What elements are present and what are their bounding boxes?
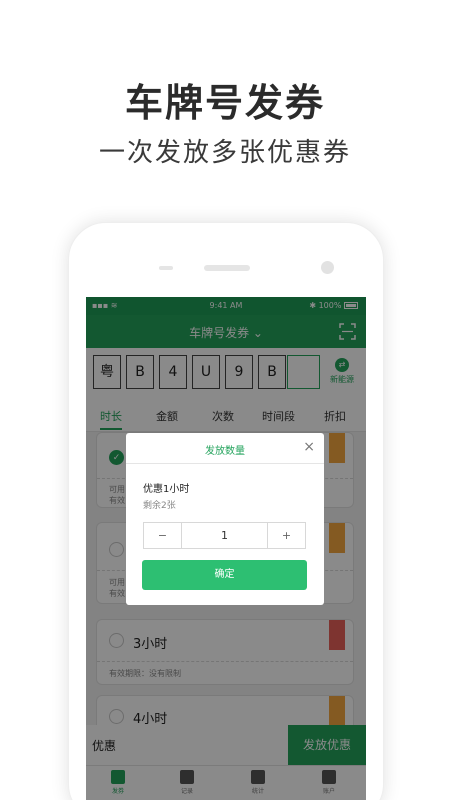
promo-title: 车牌号发券 — [124, 81, 325, 125]
dialog-title: 发放数量 — [205, 446, 245, 457]
issue-quantity-dialog: 发放数量 × 优惠1小时 剩余2张 − 1 + 确定 — [126, 433, 324, 605]
confirm-button[interactable]: 确定 — [142, 560, 307, 590]
close-icon[interactable]: × — [303, 439, 315, 455]
dialog-divider — [126, 463, 324, 464]
decrement-button[interactable]: − — [144, 523, 182, 548]
sensor-dot — [159, 266, 173, 270]
increment-button[interactable]: + — [267, 523, 305, 548]
front-camera — [321, 261, 334, 274]
dialog-remaining: 剩余2张 — [143, 501, 176, 511]
quantity-stepper: − 1 + — [143, 522, 306, 549]
dialog-coupon-name: 优惠1小时 — [143, 484, 190, 495]
promo-subtitle: 一次发放多张优惠券 — [98, 138, 351, 168]
speaker-grille — [204, 265, 250, 271]
quantity-input[interactable]: 1 — [182, 523, 267, 548]
